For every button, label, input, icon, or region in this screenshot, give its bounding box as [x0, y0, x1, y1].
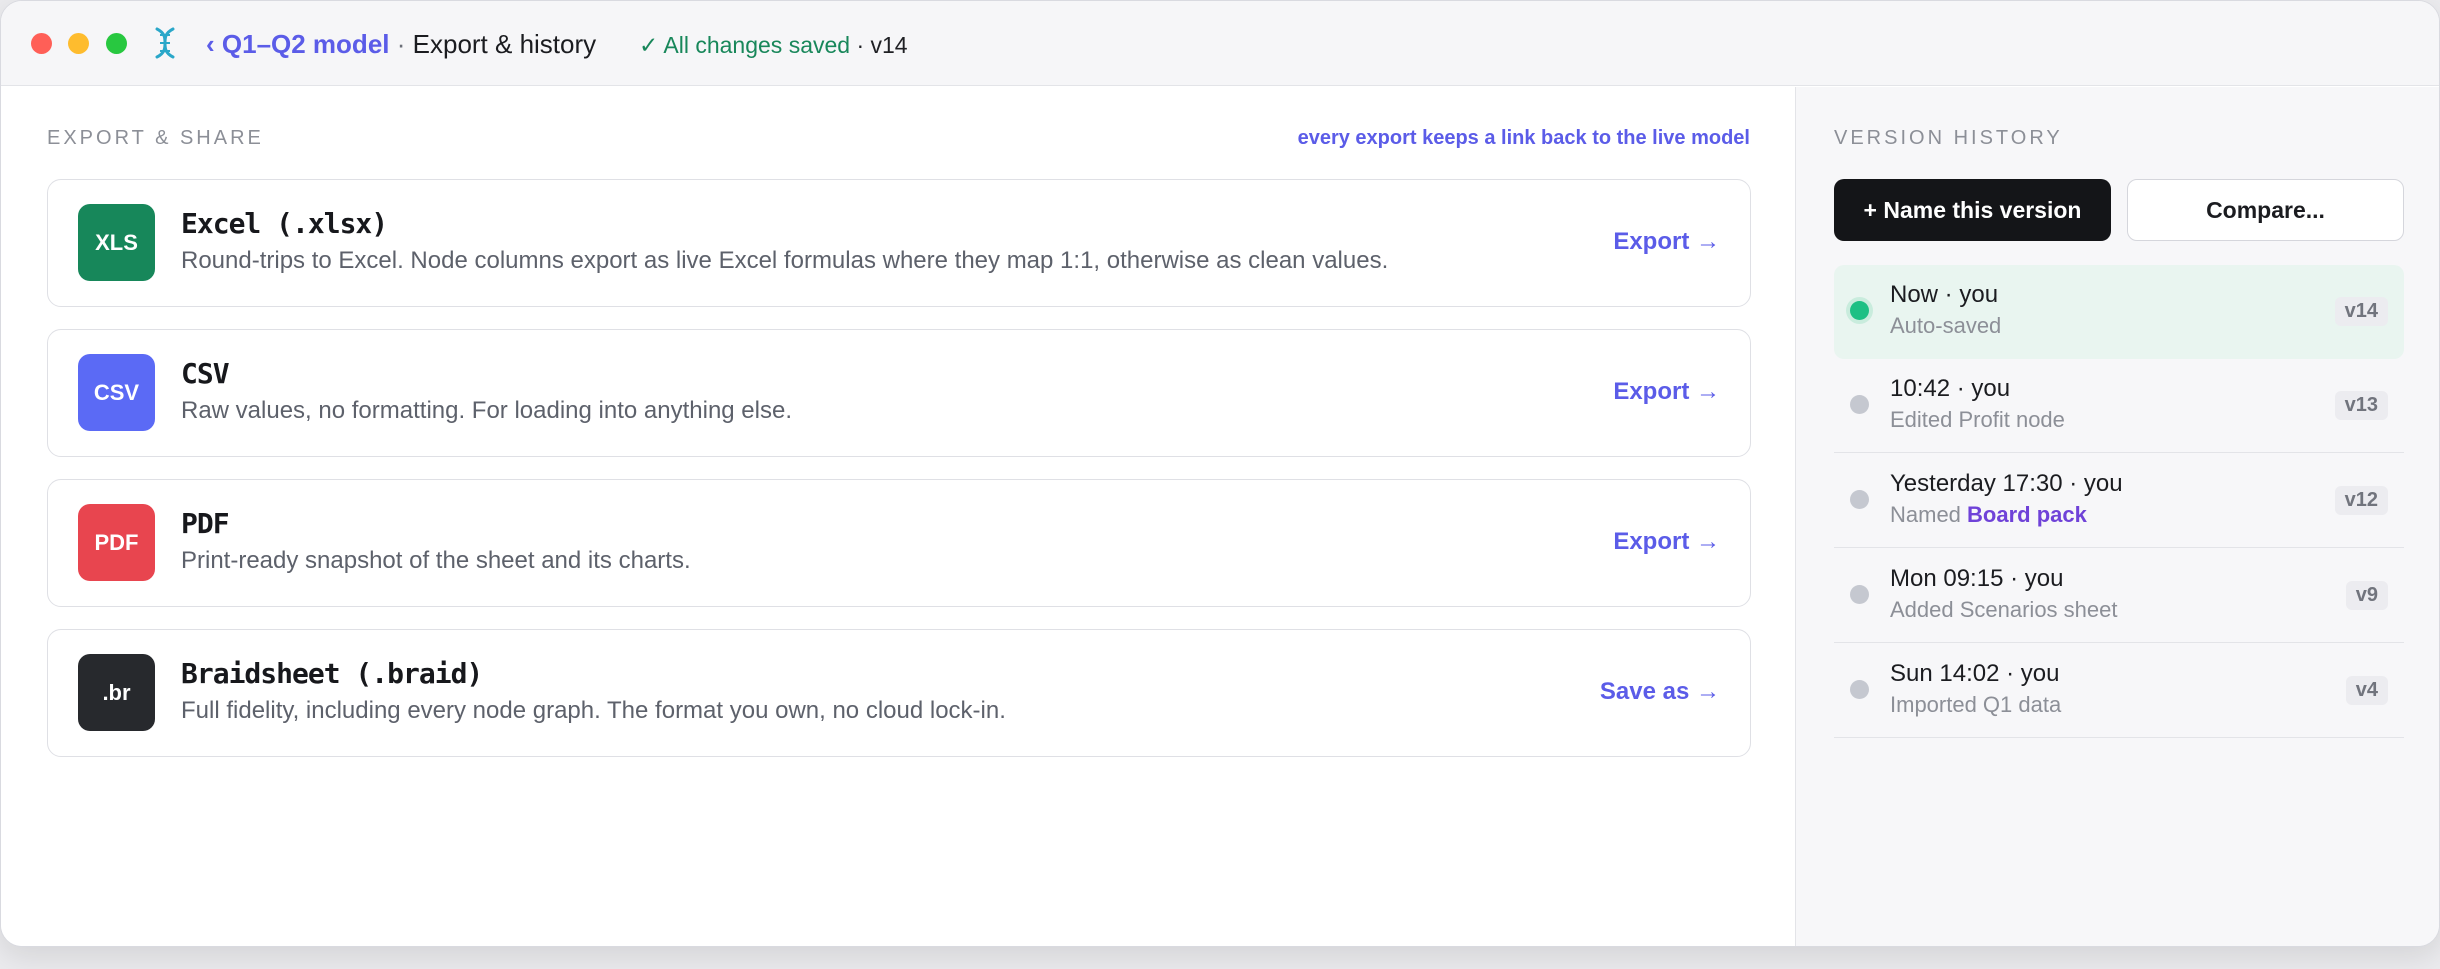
save-status: ✓ All changes saved · v14: [639, 30, 908, 60]
version-badge: v13: [2334, 391, 2388, 420]
export-description: Print-ready snapshot of the sheet and it…: [181, 547, 691, 574]
version-history-label: VERSION HISTORY: [1834, 127, 2063, 149]
dna-helix-icon: [155, 27, 175, 59]
version-badge: v12: [2334, 486, 2388, 515]
maximize-window-button[interactable]: [106, 33, 127, 54]
history-entry[interactable]: Sun 14:02 · you Imported Q1 data v4: [1834, 644, 2404, 738]
export-pdf-button[interactable]: Export →: [1613, 528, 1720, 556]
history-action: Imported Q1 data: [1890, 692, 2062, 717]
export-card-excel: XLS Excel (.xlsx) Round-trips to Excel. …: [47, 179, 1751, 307]
history-time: Yesterday 17:30 · you: [1890, 470, 2123, 497]
export-card-pdf: PDF PDF Print-ready snapshot of the shee…: [47, 479, 1751, 607]
export-panel: EXPORT & SHARE every export keeps a link…: [1, 87, 1795, 946]
version-dot-icon: [1850, 395, 1869, 414]
name-this-version-button[interactable]: + Name this version: [1834, 179, 2111, 241]
history-entry[interactable]: Now · you Auto-saved v14: [1834, 265, 2404, 359]
export-title: CSV: [181, 357, 230, 390]
version-dot-icon: [1850, 680, 1869, 699]
export-title: Braidsheet (.braid): [181, 657, 483, 690]
saved-indicator: ✓ All changes saved: [639, 32, 851, 58]
history-time: 10:42 · you: [1890, 375, 2011, 402]
export-section-label: EXPORT & SHARE: [47, 127, 264, 149]
history-time: Now · you: [1890, 281, 1999, 308]
csv-file-icon: CSV: [78, 354, 155, 431]
history-entry[interactable]: Mon 09:15 · you Added Scenarios sheet v9: [1834, 549, 2404, 643]
version-badge: v9: [2345, 581, 2388, 610]
close-window-button[interactable]: [31, 33, 52, 54]
compare-button[interactable]: Compare...: [2127, 179, 2404, 241]
version-badge: v4: [2345, 676, 2388, 705]
excel-file-icon: XLS: [78, 204, 155, 281]
export-description: Full fidelity, including every node grap…: [181, 697, 1006, 724]
page-title: Export & history: [412, 29, 597, 59]
save-as-braid-button[interactable]: Save as →: [1600, 678, 1720, 706]
titlebar: ‹ Q1–Q2 model · Export & history ✓ All c…: [1, 1, 2439, 86]
export-card-braid: .br Braidsheet (.braid) Full fidelity, i…: [47, 629, 1751, 757]
history-action-prefix: Named: [1890, 502, 1968, 527]
version-badge: v14: [2334, 297, 2388, 326]
export-title: Excel (.xlsx): [181, 207, 388, 240]
export-csv-button[interactable]: Export →: [1613, 378, 1720, 406]
history-entry[interactable]: Yesterday 17:30 · you Named Board pack v…: [1834, 454, 2404, 548]
version-dot-icon: [1850, 585, 1869, 604]
history-time: Sun 14:02 · you: [1890, 660, 2060, 687]
version-history-panel: VERSION HISTORY + Name this version Comp…: [1795, 87, 2439, 946]
history-action: Named Board pack: [1890, 502, 2087, 528]
history-action: Auto-saved: [1890, 313, 2002, 338]
version-dot-icon: [1850, 490, 1869, 509]
export-hint: every export keeps a link back to the li…: [1297, 127, 1750, 149]
breadcrumb: ‹ Q1–Q2 model · Export & history: [206, 27, 596, 61]
export-title: PDF: [181, 507, 230, 540]
export-description: Raw values, no formatting. For loading i…: [181, 397, 793, 424]
named-version-label: Board pack: [1967, 502, 2087, 527]
pdf-file-icon: PDF: [78, 504, 155, 581]
export-card-csv: CSV CSV Raw values, no formatting. For l…: [47, 329, 1751, 457]
history-time: Mon 09:15 · you: [1890, 565, 2064, 592]
braid-file-icon: .br: [78, 654, 155, 731]
breadcrumb-separator: ·: [396, 29, 406, 59]
current-version: · v14: [856, 32, 908, 58]
export-description: Round-trips to Excel. Node columns expor…: [181, 247, 1389, 274]
history-action: Edited Profit node: [1890, 407, 2065, 432]
export-excel-button[interactable]: Export →: [1613, 228, 1720, 256]
history-entry[interactable]: 10:42 · you Edited Profit node v13: [1834, 359, 2404, 453]
back-to-model-link[interactable]: ‹ Q1–Q2 model: [206, 29, 390, 59]
minimize-window-button[interactable]: [68, 33, 89, 54]
current-version-dot-icon: [1850, 301, 1869, 320]
app-window: ‹ Q1–Q2 model · Export & history ✓ All c…: [0, 0, 2440, 947]
history-action: Added Scenarios sheet: [1890, 597, 2118, 622]
